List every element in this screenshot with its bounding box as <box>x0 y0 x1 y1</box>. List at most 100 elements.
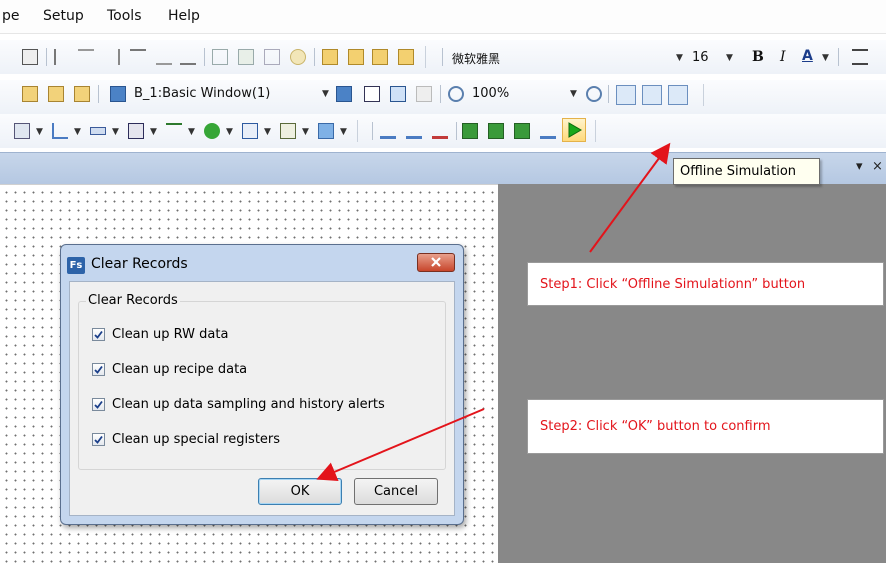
special-registers-checkbox[interactable] <box>92 433 105 446</box>
open-window-icon[interactable] <box>48 86 64 102</box>
italic-button[interactable]: I <box>780 49 786 65</box>
grid-table-dropdown-icon[interactable]: ▼ <box>150 127 157 137</box>
option-special-registers[interactable]: Clean up special registers <box>92 432 280 447</box>
grid-table-icon[interactable] <box>128 123 144 139</box>
option-sampling-alerts[interactable]: Clean up data sampling and history alert… <box>92 397 385 412</box>
send-back-icon[interactable] <box>348 49 364 65</box>
move-dropdown-icon[interactable]: ▼ <box>226 127 233 137</box>
report-icon[interactable] <box>242 123 258 139</box>
pipe-dropdown-icon[interactable]: ▼ <box>188 127 195 137</box>
meter-dropdown-icon[interactable]: ▼ <box>112 127 119 137</box>
window-select[interactable]: B_1:Basic Window(1) <box>134 86 270 101</box>
rw-data-label: Clean up RW data <box>112 327 229 342</box>
window-settings-icon[interactable] <box>74 86 90 102</box>
meter-icon[interactable] <box>90 127 106 135</box>
compile-stop-icon[interactable] <box>432 123 448 139</box>
cancel-button[interactable]: Cancel <box>354 478 438 505</box>
font-tool-icon[interactable] <box>318 123 334 139</box>
align-right-icon[interactable] <box>104 49 120 65</box>
recipe-data-checkbox[interactable] <box>92 363 105 376</box>
align-top-icon[interactable] <box>130 49 146 65</box>
bold-button[interactable]: B <box>752 49 764 65</box>
snap-grid-icon[interactable] <box>642 85 662 105</box>
align-center-icon[interactable] <box>78 49 94 65</box>
font-size-dropdown-icon[interactable]: ▼ <box>726 53 733 63</box>
font-color-dropdown-icon[interactable]: ▼ <box>822 53 829 63</box>
window-frame-icon[interactable] <box>364 86 380 102</box>
table-object-icon[interactable] <box>14 123 30 139</box>
ungroup-icon[interactable] <box>238 49 254 65</box>
bring-front-icon[interactable] <box>322 49 338 65</box>
step2-annotation: Step2: Click “OK” button to confirm <box>527 399 884 454</box>
align-left-icon[interactable] <box>54 49 70 65</box>
zoom-in-icon[interactable] <box>448 86 464 102</box>
smile-icon[interactable] <box>290 49 306 65</box>
window-dropdown-icon[interactable]: ▼ <box>322 89 329 99</box>
font-size-select[interactable]: 16 <box>692 50 709 65</box>
recipe-icon[interactable] <box>280 123 296 139</box>
magnet-icon[interactable] <box>668 85 688 105</box>
toolbar-format: 微软雅黑 ▼ 16 ▼ B I A ▼ <box>0 40 886 74</box>
next-window-icon[interactable] <box>336 86 352 102</box>
new-window-icon[interactable] <box>22 86 38 102</box>
align-baseline-icon[interactable] <box>180 49 196 65</box>
upload-icon[interactable] <box>514 123 530 139</box>
step1-annotation: Step1: Click “Offline Simulationn” butto… <box>527 262 884 306</box>
font-tool-dropdown-icon[interactable]: ▼ <box>340 127 347 137</box>
trend-chart-icon[interactable] <box>52 123 68 139</box>
bring-forward-icon[interactable] <box>372 49 388 65</box>
pipe-icon[interactable] <box>166 123 182 139</box>
recipe-dropdown-icon[interactable]: ▼ <box>302 127 309 137</box>
font-name-select[interactable]: 微软雅黑 <box>452 50 500 67</box>
compile-icon[interactable] <box>380 123 396 139</box>
zoom-dropdown-icon[interactable]: ▼ <box>570 89 577 99</box>
move-icon[interactable] <box>204 123 220 139</box>
toolbar-separator <box>440 85 441 103</box>
toolbar-grip[interactable] <box>588 120 596 142</box>
zoom-select[interactable]: 100% <box>472 86 509 101</box>
panel-options-icon[interactable]: ▾ <box>856 159 863 174</box>
sampling-alerts-checkbox[interactable] <box>92 398 105 411</box>
menu-item-tools[interactable]: Tools <box>107 8 142 24</box>
offline-simulation-button[interactable] <box>562 118 586 142</box>
toolbar-separator <box>608 85 609 103</box>
zoom-out-icon[interactable] <box>586 86 602 102</box>
menu-item-type[interactable]: pe <box>2 8 20 24</box>
report-dropdown-icon[interactable]: ▼ <box>264 127 271 137</box>
window-grid-icon[interactable] <box>390 86 406 102</box>
lock-icon[interactable] <box>264 49 280 65</box>
menu-item-help[interactable]: Help <box>168 8 200 24</box>
toolbar-grip[interactable] <box>696 84 704 106</box>
toolbar-separator <box>456 122 457 140</box>
clear-records-dialog: Fs Clear Records Clear Records Clean up … <box>60 244 464 525</box>
download-all-icon[interactable] <box>488 123 504 139</box>
align-bottom-icon[interactable] <box>22 49 38 65</box>
menu-item-setup[interactable]: Setup <box>43 8 84 24</box>
dialog-close-button[interactable] <box>417 253 455 272</box>
toolbar-grip[interactable] <box>350 120 358 142</box>
download-icon[interactable] <box>462 123 478 139</box>
toolbar-grip[interactable] <box>418 46 426 68</box>
option-recipe-data[interactable]: Clean up recipe data <box>92 362 247 377</box>
send-backward-icon[interactable] <box>398 49 414 65</box>
font-name-dropdown-icon[interactable]: ▼ <box>676 53 683 63</box>
previous-window-icon[interactable] <box>110 86 126 102</box>
window-link-icon[interactable] <box>416 86 432 102</box>
align-middle-icon[interactable] <box>156 49 172 65</box>
text-align-icon[interactable] <box>852 49 868 65</box>
show-grid-icon[interactable] <box>616 85 636 105</box>
panel-close-icon[interactable]: × <box>872 159 883 174</box>
toolbar-separator <box>442 48 443 66</box>
table-object-dropdown-icon[interactable]: ▼ <box>36 127 43 137</box>
rw-data-checkbox[interactable] <box>92 328 105 341</box>
online-simulation-icon[interactable] <box>540 123 556 139</box>
toolbar-window: B_1:Basic Window(1) ▼ 100% ▼ <box>0 80 886 114</box>
option-rw-data[interactable]: Clean up RW data <box>92 327 228 342</box>
group-icon[interactable] <box>212 49 228 65</box>
compile-all-icon[interactable] <box>406 123 422 139</box>
trend-chart-dropdown-icon[interactable]: ▼ <box>74 127 81 137</box>
ok-button[interactable]: OK <box>258 478 342 505</box>
font-color-button[interactable]: A <box>802 48 813 64</box>
toolbar-separator <box>372 122 373 140</box>
checkmark-icon <box>94 400 103 409</box>
